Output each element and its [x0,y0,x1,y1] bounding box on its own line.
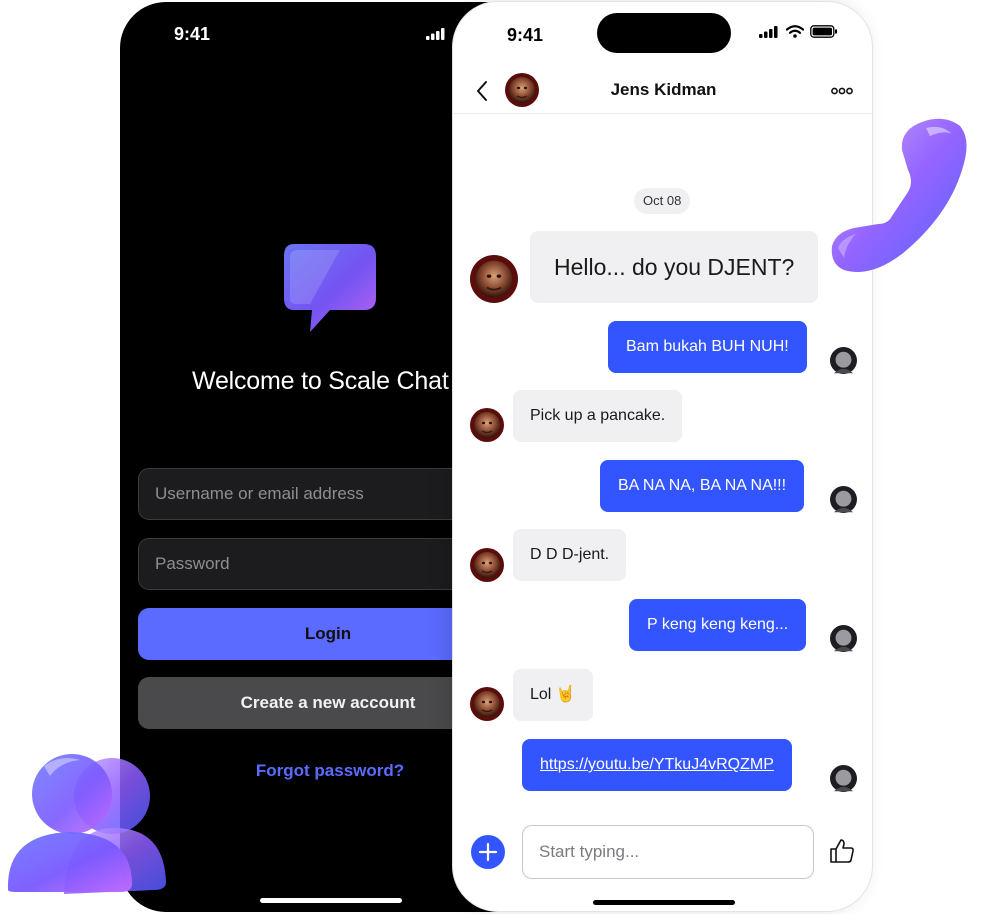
avatar [830,765,857,792]
welcome-title: Welcome to Scale Chat [192,367,449,395]
plus-circle-icon[interactable] [471,835,505,869]
home-indicator [260,898,402,903]
message-bubble-outgoing: Bam bukah BUH NUH! [608,321,807,373]
signal-icon [426,28,445,40]
battery-icon [810,25,837,38]
message-bubble-outgoing: P keng keng keng... [629,599,807,651]
message-bubble-incoming: D D D-jent. [513,529,627,581]
status-time: 9:41 [507,25,544,45]
chat-header: Jens Kidman [453,68,872,114]
avatar [470,548,504,582]
message-bubble-incoming: Pick up a pancake. [513,390,683,442]
password-placeholder: Password [155,554,230,573]
avatar [470,255,518,303]
avatar [830,486,857,513]
avatar [830,625,857,652]
status-time: 9:41 [174,24,211,44]
signal-icon [759,26,778,38]
avatar [470,687,504,721]
wifi-icon [786,25,804,38]
users-icon [7,754,166,894]
avatar [470,408,504,442]
avatar [830,347,857,374]
message-placeholder: Start typing... [539,842,640,861]
more-horizontal-icon[interactable] [831,87,853,95]
thumbs-up-icon[interactable] [829,838,855,864]
home-indicator [593,900,735,905]
message-link[interactable]: https://youtu.be/YTkuJ4vRQZMP [522,739,792,791]
username-placeholder: Username or email address [155,484,364,503]
date-separator: Oct 08 [634,188,691,214]
chat-bubble-icon [284,244,376,332]
message-input[interactable]: Start typing... [522,825,814,879]
phone-handset-icon [831,118,967,272]
message-bubble-outgoing: BA NA NA, BA NA NA!!! [600,460,805,512]
message-bubble-incoming: Lol 🤘 [513,669,593,721]
dynamic-island [597,13,731,53]
message-bubble-incoming: Hello... do you DJENT? [530,231,819,303]
contact-name: Jens Kidman [610,80,717,99]
chat-phone: 9:41 Jens Kidman Oct 08 Hello... do you … [452,1,873,912]
